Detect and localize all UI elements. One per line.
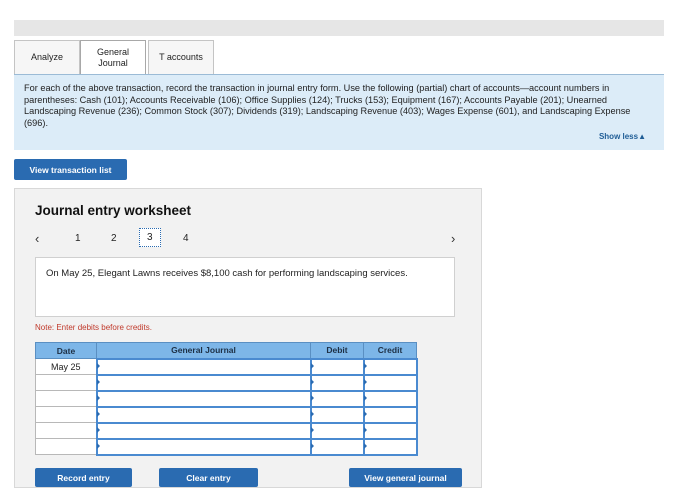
view-general-journal-button[interactable]: View general journal [349,468,462,487]
debit-input[interactable] [309,357,365,376]
date-cell [35,374,97,391]
debit-input[interactable] [309,405,365,424]
account-input[interactable] [95,373,312,392]
page-3-current[interactable]: 3 [139,228,161,247]
page-4[interactable]: 4 [183,233,189,244]
tab-general-journal[interactable]: General Journal [80,40,146,74]
col-date-header: Date [35,342,97,359]
journal-entry-worksheet-panel: Journal entry worksheet ‹ 1 2 3 4 › On M… [14,188,482,488]
page-2[interactable]: 2 [111,233,117,244]
tab-bar: Analyze General Journal T accounts [14,40,214,74]
tab-analyze[interactable]: Analyze [14,40,80,74]
credit-input[interactable] [362,389,418,408]
account-input[interactable] [95,357,312,376]
col-credit-header: Credit [363,342,417,359]
tab-t-accounts[interactable]: T accounts [148,40,214,74]
next-arrow-icon[interactable]: › [451,231,455,246]
account-input[interactable] [95,405,312,424]
date-cell [35,390,97,407]
table-row [35,389,418,408]
show-less-link[interactable]: Show less▲ [599,131,646,143]
journal-table: Date General Journal Debit Credit May 25 [35,342,418,456]
debit-input[interactable] [309,421,365,440]
credit-input[interactable] [362,437,418,456]
credit-input[interactable] [362,357,418,376]
instructions-box: For each of the above transaction, recor… [14,74,664,150]
col-general-journal-header: General Journal [96,342,311,359]
record-entry-button[interactable]: Record entry [35,468,132,487]
top-progress-bar [14,20,664,36]
debit-credit-note: Note: Enter debits before credits. [35,323,152,332]
credit-input[interactable] [362,421,418,440]
table-row [35,421,418,440]
table-row: May 25 [35,357,418,376]
col-debit-header: Debit [310,342,364,359]
transaction-pager: ‹ 1 2 3 4 › [33,227,463,253]
account-input[interactable] [95,389,312,408]
debit-input[interactable] [309,437,365,456]
view-transaction-list-button[interactable]: View transaction list [14,159,127,180]
instructions-text: For each of the above transaction, recor… [24,83,631,128]
transaction-description: On May 25, Elegant Lawns receives $8,100… [35,257,455,317]
date-cell [35,422,97,439]
credit-input[interactable] [362,405,418,424]
date-cell [35,406,97,423]
debit-input[interactable] [309,373,365,392]
clear-entry-button[interactable]: Clear entry [159,468,258,487]
debit-input[interactable] [309,389,365,408]
account-input[interactable] [95,421,312,440]
table-row [35,437,418,456]
prev-arrow-icon[interactable]: ‹ [35,231,39,246]
account-input[interactable] [95,437,312,456]
date-cell [35,438,97,455]
worksheet-title: Journal entry worksheet [35,203,192,218]
table-row [35,373,418,392]
date-cell: May 25 [35,358,97,375]
credit-input[interactable] [362,373,418,392]
table-row [35,405,418,424]
page-1[interactable]: 1 [75,233,81,244]
